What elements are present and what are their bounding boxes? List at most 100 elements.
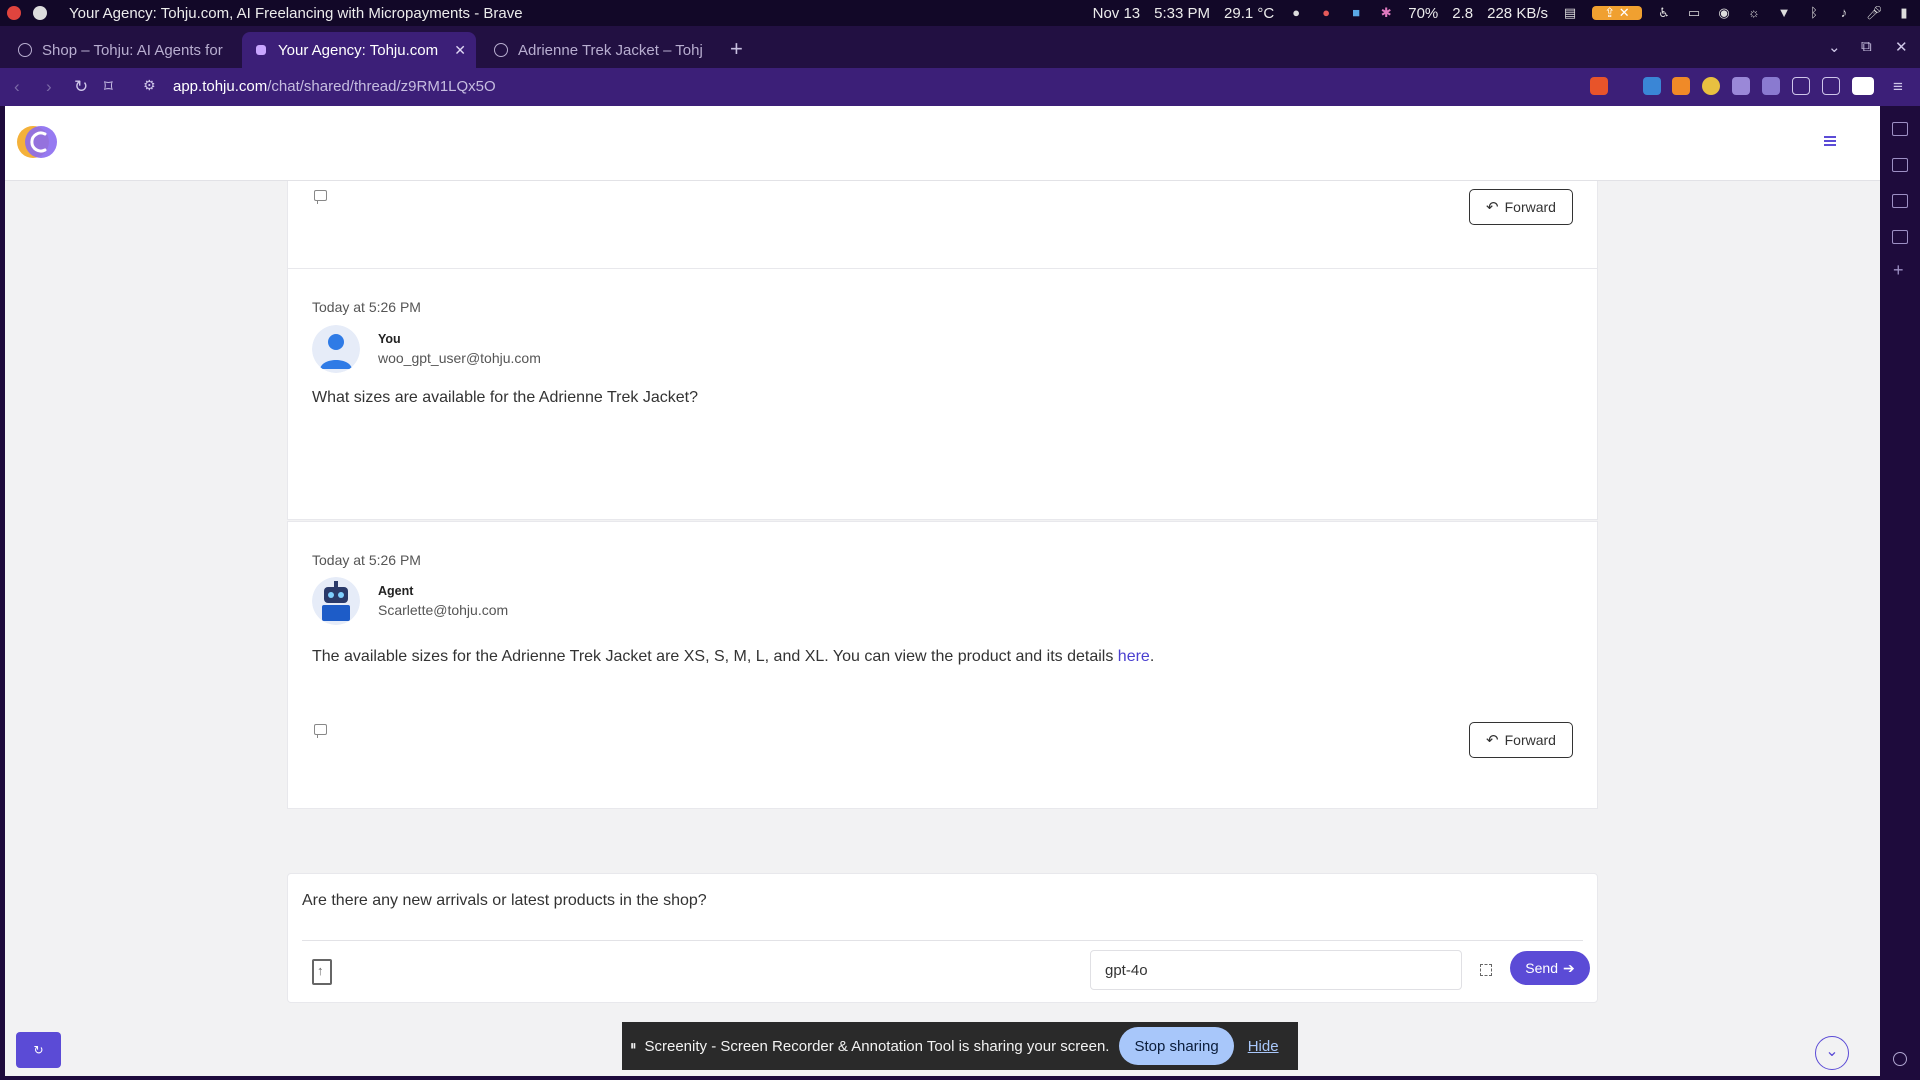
- product-link[interactable]: here: [1118, 648, 1150, 665]
- comment-icon[interactable]: [314, 190, 327, 204]
- composer-divider: [302, 940, 1583, 941]
- hide-banner-link[interactable]: Hide: [1248, 1038, 1279, 1055]
- message-composer: Are there any new arrivals or latest pro…: [287, 873, 1598, 1003]
- tab-shop[interactable]: Shop – Tohju: AI Agents for: [4, 32, 236, 68]
- stop-sharing-button[interactable]: Stop sharing: [1119, 1027, 1234, 1065]
- tab-your-agency[interactable]: Your Agency: Tohju.com ✕: [242, 32, 476, 68]
- send-button[interactable]: Send ➔: [1510, 951, 1590, 985]
- hamburger-menu-icon[interactable]: [1824, 136, 1836, 146]
- wallet-icon[interactable]: [1852, 77, 1874, 95]
- page-viewport: ↶ Forward Today at 5:26 PM You woo_gpt_u…: [5, 106, 1880, 1076]
- mic-icon[interactable]: ●: [1288, 6, 1304, 20]
- browser-tab-strip: Shop – Tohju: AI Agents for Your Agency:…: [0, 26, 1920, 68]
- new-tab-button[interactable]: +: [730, 38, 743, 60]
- share-message: Screenity - Screen Recorder & Annotation…: [644, 1037, 1110, 1055]
- message-input[interactable]: Are there any new arrivals or latest pro…: [302, 892, 707, 910]
- extension-icon[interactable]: [1643, 77, 1661, 95]
- sender-name: Agent: [378, 584, 414, 598]
- site-info-icon[interactable]: ⚙: [143, 77, 156, 94]
- app-tray-icon[interactable]: ●: [1318, 6, 1334, 20]
- comment-icon[interactable]: [314, 724, 327, 738]
- browser-menu-icon[interactable]: ≡: [1893, 77, 1903, 97]
- close-tab-icon[interactable]: ✕: [454, 42, 466, 59]
- screen-share-banner: ⏸ Screenity - Screen Recorder & Annotati…: [622, 1022, 1298, 1070]
- record-icon[interactable]: [33, 6, 47, 20]
- clipboard-icon[interactable]: ▤: [1562, 6, 1578, 20]
- reload-icon[interactable]: ↻: [74, 77, 88, 97]
- bookmarks-icon[interactable]: [1892, 194, 1908, 208]
- close-window-icon[interactable]: [7, 6, 21, 20]
- brightness-icon[interactable]: ☼: [1746, 6, 1762, 20]
- app-tray-icon[interactable]: ■: [1348, 6, 1364, 20]
- extension-icon[interactable]: [1762, 77, 1780, 95]
- forward-arrow-icon: ↶: [1486, 732, 1499, 749]
- message-text: What sizes are available for the Adrienn…: [312, 389, 698, 406]
- address-bar-row: ‹ › ↻ ⌑ ⚙ app.tohju.com/chat/shared/thre…: [0, 68, 1920, 106]
- tab-label: Your Agency: Tohju.com: [278, 41, 439, 59]
- time-text: 5:33 PM: [1154, 4, 1211, 22]
- back-icon[interactable]: ‹: [14, 77, 20, 97]
- tohju-favicon-icon: [256, 45, 266, 55]
- slack-icon[interactable]: ✱: [1378, 6, 1394, 20]
- display-icon[interactable]: ▭: [1686, 6, 1702, 20]
- globe-icon: [18, 43, 32, 57]
- refresh-button[interactable]: ↻: [16, 1032, 61, 1068]
- battery-text: 70%: [1408, 4, 1439, 22]
- extension-icon[interactable]: [1702, 77, 1720, 95]
- arrow-right-icon: ➔: [1562, 959, 1575, 976]
- bookmark-icon[interactable]: ⌑: [104, 77, 113, 97]
- weather-text: 29.1 °C: [1224, 4, 1275, 22]
- pause-icon[interactable]: ⏸: [630, 1038, 637, 1054]
- agent-robot-avatar: [312, 577, 360, 625]
- reading-list-icon[interactable]: [1892, 230, 1908, 244]
- send-label: Send: [1525, 960, 1558, 976]
- forward-button[interactable]: ↶ Forward: [1469, 189, 1573, 225]
- wifi-icon[interactable]: ▼: [1776, 6, 1792, 20]
- brave-shields-icon[interactable]: [1590, 77, 1608, 95]
- message-timestamp: Today at 5:26 PM: [312, 299, 421, 315]
- restore-window-icon[interactable]: ⧉: [1861, 38, 1872, 55]
- message-text: The available sizes for the Adrienne Tre…: [312, 648, 1154, 666]
- puzzle-extensions-icon[interactable]: [1792, 77, 1810, 95]
- message-text-end: .: [1149, 648, 1155, 665]
- sidebar-toggle-icon[interactable]: [1822, 77, 1840, 95]
- forward-label: Forward: [1504, 732, 1556, 748]
- tab-label: Shop – Tohju: AI Agents for: [42, 41, 223, 59]
- extension-icon[interactable]: [1732, 77, 1750, 95]
- settings-gear-icon[interactable]: [1893, 1052, 1907, 1066]
- system-top-bar: Your Agency: Tohju.com, AI Freelancing w…: [0, 0, 1920, 26]
- expand-icon[interactable]: [1480, 964, 1492, 976]
- power-icon[interactable]: ▮: [1896, 6, 1912, 20]
- forward-button[interactable]: ↶ Forward: [1469, 722, 1573, 758]
- volume-icon[interactable]: ♪: [1836, 6, 1852, 20]
- network-speed-text: 228 KB/s: [1487, 4, 1548, 22]
- user-avatar: [312, 325, 360, 373]
- sender-email: woo_gpt_user@tohju.com: [378, 350, 541, 366]
- metamask-icon[interactable]: [1672, 77, 1690, 95]
- tab-search-icon[interactable]: ⌄: [1828, 38, 1841, 56]
- tab-adrienne-trek-jacket[interactable]: Adrienne Trek Jacket – Tohj: [480, 32, 712, 68]
- media-icon[interactable]: [1892, 122, 1908, 136]
- bluetooth-icon[interactable]: ᛒ: [1806, 6, 1822, 20]
- upload-file-icon[interactable]: [312, 959, 332, 985]
- microphone-icon[interactable]: 🎤︎: [1866, 6, 1883, 20]
- scroll-down-button[interactable]: ⌄: [1815, 1036, 1849, 1070]
- accessibility-icon[interactable]: ♿: [1656, 6, 1672, 20]
- message-timestamp: Today at 5:26 PM: [312, 552, 421, 568]
- message-card-user: Today at 5:26 PM You woo_gpt_user@tohju.…: [287, 268, 1598, 520]
- forward-arrow-icon: ↶: [1486, 199, 1499, 216]
- close-window-icon[interactable]: ✕: [1895, 38, 1908, 56]
- wallet-icon[interactable]: [1892, 158, 1908, 172]
- forward-icon[interactable]: ›: [46, 77, 52, 97]
- add-panel-icon[interactable]: +: [1893, 260, 1904, 281]
- forward-label: Forward: [1504, 199, 1556, 215]
- tab-label: Adrienne Trek Jacket – Tohj: [518, 41, 703, 59]
- tohju-logo[interactable]: [15, 122, 59, 162]
- message-card: ↶ Forward: [287, 181, 1598, 269]
- url-field[interactable]: app.tohju.com/chat/shared/thread/z9RM1LQ…: [173, 78, 496, 95]
- sender-email: Scarlette@tohju.com: [378, 602, 509, 618]
- globe-icon: [494, 43, 508, 57]
- screen-share-tray-icon[interactable]: ⇪ ✕: [1592, 6, 1642, 20]
- app-tray-icon[interactable]: ◉: [1716, 6, 1732, 20]
- model-select[interactable]: gpt-4o: [1090, 950, 1462, 990]
